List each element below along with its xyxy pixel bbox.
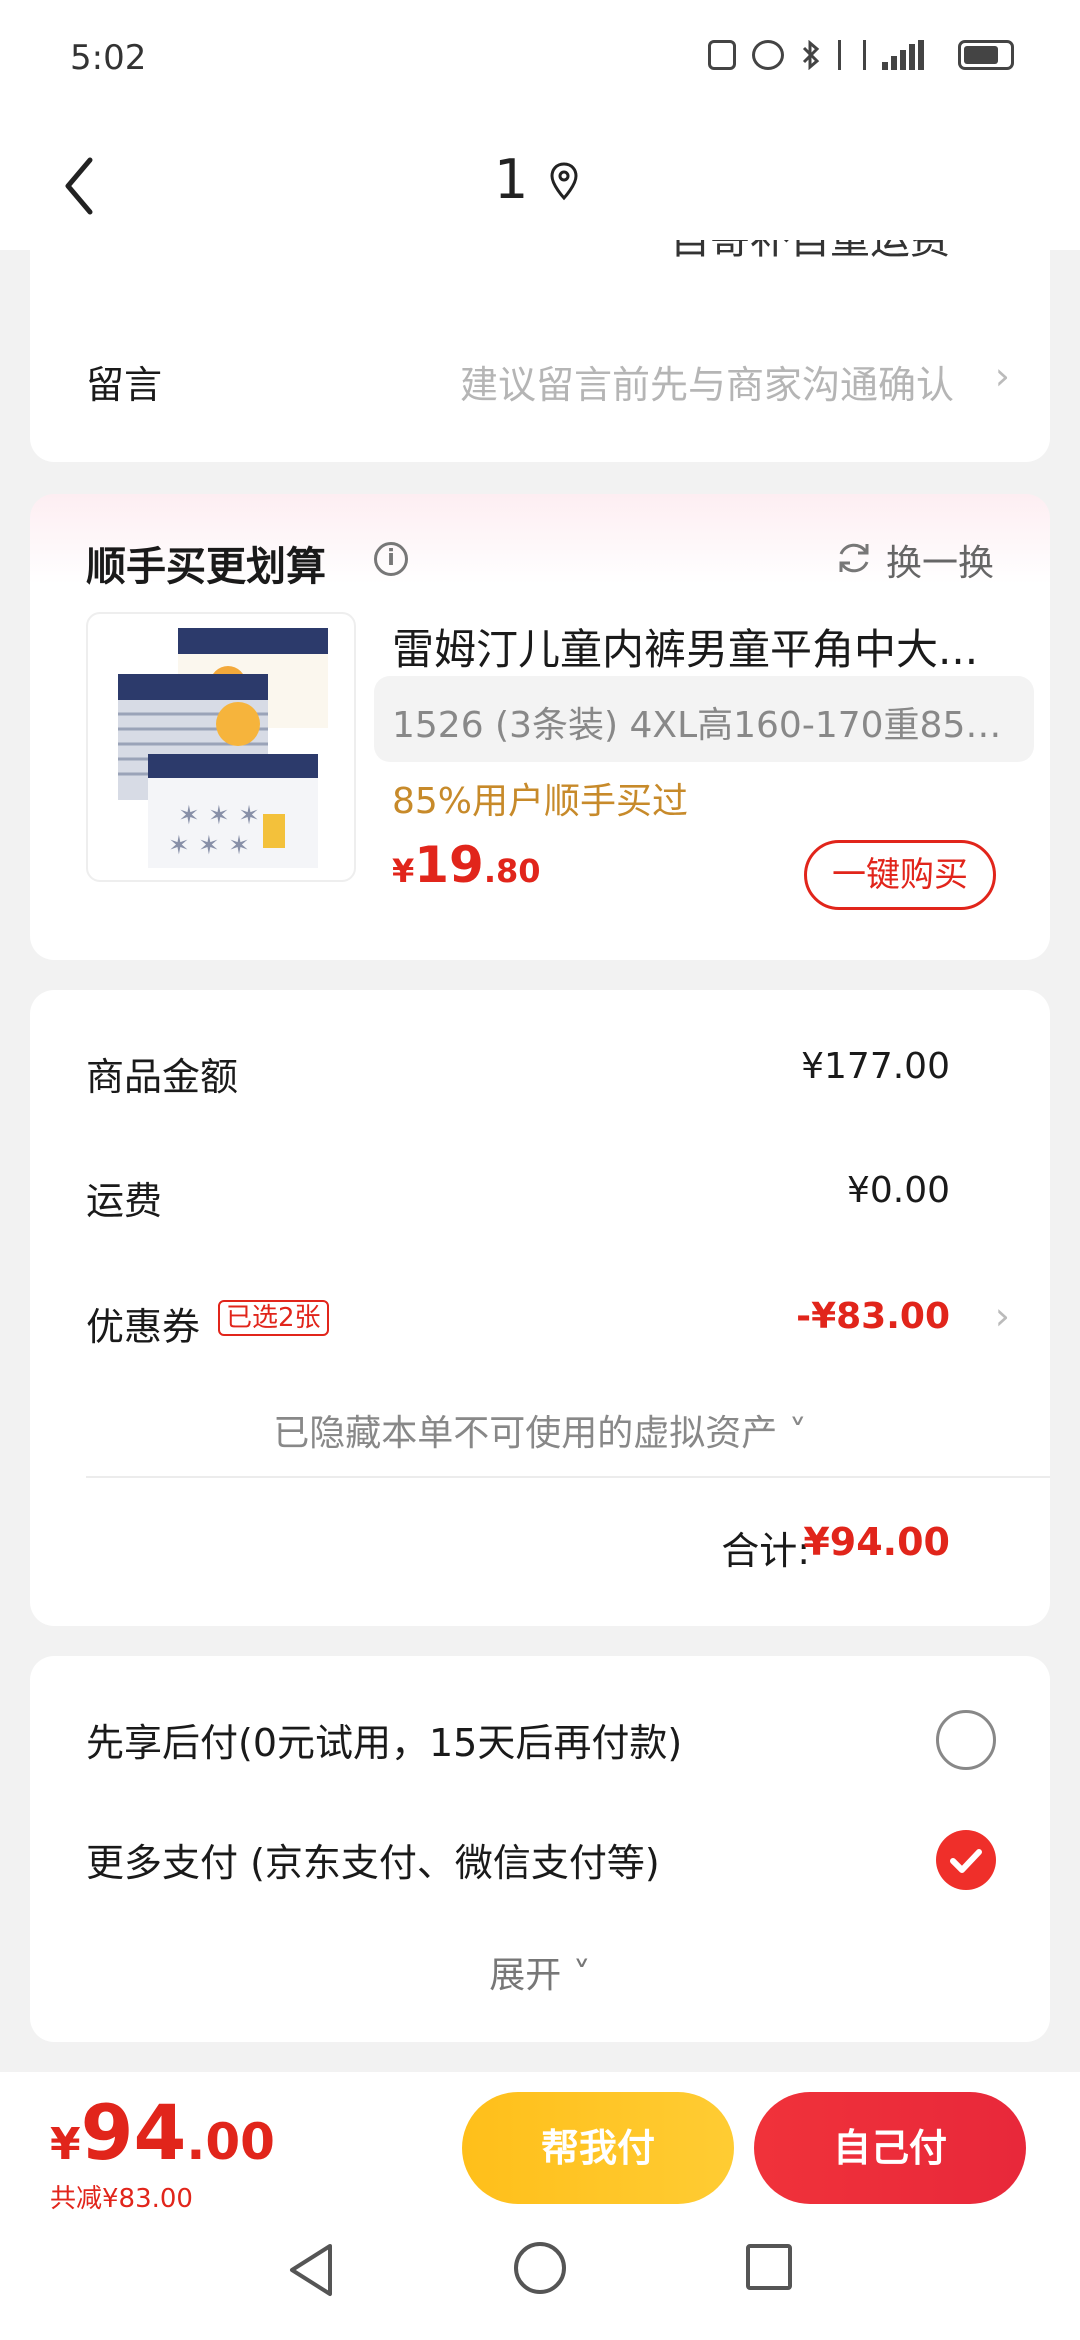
expand-button[interactable]: 展开 ˅ [30,1946,1050,1998]
vibrate-icon [838,40,866,70]
system-recents-icon[interactable] [746,2244,792,2290]
status-icons [708,40,1014,70]
amount-card: 商品金额 ¥177.00 运费 ¥0.00 优惠券 已选2张 -¥83.00 ›… [30,990,1050,1626]
final-price-decimal: .00 [186,2113,275,2171]
coupon-badge: 已选2张 [218,1300,329,1336]
recommend-card: 顺手买更划算 i 换一换 ✶ ✶ ✶ ✶ ✶ ✶ 雷姆汀儿童内裤男童平角中大..… [30,494,1050,960]
price-currency: ¥ [392,852,415,890]
system-nav-bar [0,2210,1080,2340]
message-label: 留言 [86,363,163,407]
chevron-right-icon[interactable]: › [995,1294,1010,1338]
payment-card: 先享后付(0元试用，15天后再付款) 更多支付 (京东支付、微信支付等) 展开 … [30,1656,1050,2042]
nfc-icon [708,40,736,70]
checkout-bar: ¥94.00 共减¥83.00 帮我付 自己付 [0,2072,1080,2214]
chevron-right-icon[interactable]: › [995,354,1010,398]
battery-icon [958,40,1014,70]
status-time: 5:02 [70,38,147,78]
coupon-label[interactable]: 优惠券 [86,1296,200,1351]
system-back-icon[interactable] [284,2238,340,2302]
alarm-icon [752,40,784,70]
product-price: ¥19.80 [392,836,541,894]
signal-icon [882,40,942,70]
clipped-shipping-note: 自寄补自重运费 [670,240,950,263]
recommend-title: 顺手买更划算 [86,544,326,590]
divider [86,1476,1050,1478]
pay-myself-button[interactable]: 自己付 [754,2092,1026,2204]
help-me-pay-button[interactable]: 帮我付 [462,2092,734,2204]
bluetooth-icon [802,40,820,70]
svg-text:✶ ✶ ✶: ✶ ✶ ✶ [168,831,250,861]
goods-amount-label: 商品金额 [86,1055,239,1099]
price-integer: 19 [414,836,484,894]
sku-selector[interactable]: 1526 (3条装) 4XL高160-170重85-1... [374,676,1034,762]
pay-later-option[interactable]: 先享后付(0元试用，15天后再付款) [86,1712,682,1767]
back-arrow-icon[interactable] [56,146,106,226]
promo-text: 85%用户顺手买过 [392,781,689,822]
final-price-currency: ¥ [50,2119,81,2170]
product-title[interactable]: 雷姆汀儿童内裤男童平角中大... [392,616,1012,677]
shipping-value: ¥0.00 [846,1170,950,1211]
price-decimal: .80 [483,852,541,890]
swap-button[interactable]: 换一换 [886,534,994,586]
goods-amount-value: ¥177.00 [801,1046,950,1087]
final-price: ¥94.00 [50,2088,275,2177]
nav-title: 1 [494,148,529,211]
product-image[interactable]: ✶ ✶ ✶ ✶ ✶ ✶ [86,612,356,882]
nav-bar: 1 [0,120,1080,250]
sku-text: 1526 (3条装) 4XL高160-170重85-1... [392,705,1012,746]
hidden-assets-toggle[interactable]: 已隐藏本单不可使用的虚拟资产 ˅ [30,1404,1050,1456]
more-payment-radio[interactable] [936,1830,996,1890]
coupon-value[interactable]: -¥83.00 [796,1296,950,1337]
total-label: 合计: [721,1529,810,1573]
total-value: ¥94.00 [803,1520,950,1564]
svg-text:✶ ✶ ✶: ✶ ✶ ✶ [178,801,260,831]
refresh-icon[interactable] [834,538,874,578]
order-info-card: 自寄补自重运费 留言 建议留言前先与商家沟通确认 › [30,240,1050,462]
info-icon[interactable]: i [374,542,408,576]
shipping-label: 运费 [86,1179,163,1223]
pay-later-radio[interactable] [936,1710,996,1770]
message-input[interactable]: 建议留言前先与商家沟通确认 [460,354,954,409]
checkmark-icon [950,1849,982,1873]
system-home-icon[interactable] [514,2242,566,2294]
final-price-integer: 94 [80,2088,187,2177]
one-click-buy-button[interactable]: 一键购买 [804,840,996,910]
more-payment-option[interactable]: 更多支付 (京东支付、微信支付等) [86,1832,660,1887]
underwear-illustration: ✶ ✶ ✶ ✶ ✶ ✶ [118,628,328,868]
status-bar: 5:02 [0,0,1080,120]
location-pin-icon[interactable] [548,160,580,208]
